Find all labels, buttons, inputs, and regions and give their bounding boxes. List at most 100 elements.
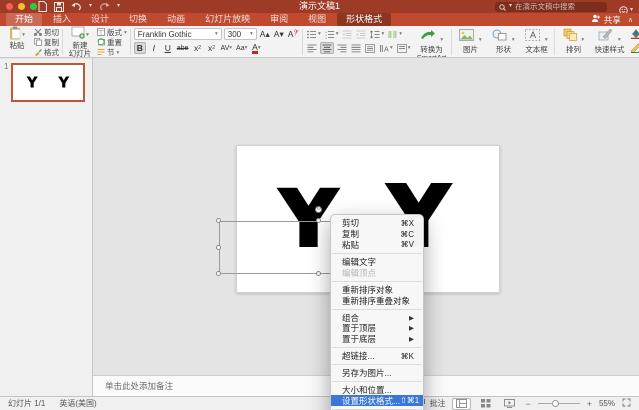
align-right-button[interactable]: [336, 42, 348, 54]
menu-item-shortcut: ⌘V: [400, 240, 414, 250]
textbox-button[interactable]: A ▾ 文本框: [521, 28, 551, 54]
tab-shape-format[interactable]: 形状格式: [337, 13, 392, 26]
shape-fill-button[interactable]: 形状填充▾: [630, 28, 639, 41]
slide-sorter-view-button[interactable]: [478, 398, 494, 410]
section-button[interactable]: 节 ▾: [97, 48, 127, 57]
fit-slide-button[interactable]: [622, 398, 631, 409]
tab-design[interactable]: 设计: [82, 13, 118, 26]
convert-to-smartart-button[interactable]: ▾ 转换为 SmartArt: [414, 28, 448, 57]
font-size-select[interactable]: 300 ▾: [223, 28, 257, 40]
align-center-button[interactable]: [319, 42, 334, 54]
tab-slideshow[interactable]: 幻灯片放映: [196, 13, 259, 26]
tab-home[interactable]: 开始: [6, 13, 43, 26]
shapes-button[interactable]: ▾ 形状: [488, 28, 518, 54]
decrease-indent-button[interactable]: [341, 28, 353, 40]
menu-separator: [332, 252, 422, 254]
subscript-button[interactable]: x2: [205, 42, 217, 54]
context-menu: 剪切 ⌘X 复制 ⌘C 粘贴 ⌘V 编辑文字 编辑顶点重新排序对象 重新排序重叠对象组合 ▶ 置于顶…: [330, 214, 424, 410]
menu-item-edit-text[interactable]: 编辑文字: [331, 257, 423, 268]
paste-button[interactable]: ▾ 粘贴: [3, 26, 31, 50]
quick-styles-button[interactable]: ▾ 快速样式: [591, 28, 627, 54]
normal-view-button[interactable]: [452, 397, 472, 410]
search-field[interactable]: ▾ 在演示文稿中搜索: [495, 1, 607, 12]
share-button[interactable]: 共享 ∧: [591, 13, 633, 26]
align-text-button[interactable]: ▾: [396, 42, 412, 54]
search-scope-caret[interactable]: ▾: [509, 1, 512, 12]
columns-button[interactable]: ▾: [387, 28, 403, 40]
layout-button[interactable]: 版式 ▾: [97, 27, 127, 38]
character-spacing-button[interactable]: AV ▾: [219, 42, 233, 54]
strikethrough-button[interactable]: abe: [176, 42, 190, 54]
italic-button[interactable]: I: [148, 42, 160, 54]
text-direction-button[interactable]: A ▾: [378, 42, 394, 54]
clear-formatting-button[interactable]: A 𝄢̸: [287, 28, 299, 40]
menu-item-reorder-overlapping[interactable]: 重新排序重叠对象: [331, 295, 423, 306]
collapse-ribbon-icon[interactable]: ∧: [628, 16, 633, 24]
language-indicator[interactable]: 英语(美国): [59, 398, 96, 409]
slide-thumbnail[interactable]: Y Y: [11, 63, 85, 102]
tab-insert[interactable]: 插入: [44, 13, 80, 26]
textbox-icon: A: [525, 28, 541, 45]
tab-animations[interactable]: 动画: [158, 13, 194, 26]
font-name-select[interactable]: Franklin Gothic ▾: [133, 28, 222, 40]
main-area: 1 Y Y Y Y 单击此处添加备注: [0, 59, 639, 396]
bold-button[interactable]: B: [133, 42, 146, 54]
tab-review[interactable]: 审阅: [261, 13, 297, 26]
new-slide-button[interactable]: ▾ 新建 幻灯片: [66, 26, 94, 57]
zoom-slider[interactable]: [537, 399, 580, 407]
selection-handle-top-left[interactable]: [216, 218, 221, 223]
menu-item-hyperlink[interactable]: 超链接... ⌘K: [331, 351, 423, 362]
menu-item-paste[interactable]: 粘贴 ⌘V: [331, 240, 423, 251]
menu-item-group[interactable]: 组合 ▶: [331, 312, 423, 323]
numbering-button[interactable]: ▾: [324, 28, 340, 40]
justify-button[interactable]: [350, 42, 362, 54]
menu-item-label: 重新排序重叠对象: [342, 295, 411, 306]
menu-separator: [332, 347, 422, 349]
bullets-button[interactable]: ▾: [306, 28, 322, 40]
search-placeholder: 在演示文稿中搜索: [515, 2, 576, 11]
align-left-button[interactable]: [306, 42, 318, 54]
arrange-button[interactable]: ▾ 排列: [558, 28, 588, 54]
selection-handle-bottom-left[interactable]: [216, 271, 221, 276]
underline-button[interactable]: U: [162, 42, 174, 54]
selection-handle-top-center[interactable]: [316, 218, 321, 223]
tab-transitions[interactable]: 切换: [120, 13, 156, 26]
format-painter-button[interactable]: 格式: [34, 48, 59, 57]
copy-button[interactable]: 复制: [34, 37, 59, 47]
shrink-font-button[interactable]: A▾: [273, 28, 285, 40]
change-case-button[interactable]: Aa ▾: [235, 42, 248, 54]
font-color-button[interactable]: A ▾: [250, 42, 262, 54]
menu-item-copy[interactable]: 复制 ⌘C: [331, 229, 423, 240]
zoom-out-button[interactable]: −: [525, 399, 530, 409]
menu-item-reorder-objects[interactable]: 重新排序对象: [331, 284, 423, 295]
slideshow-view-button[interactable]: [501, 398, 518, 410]
menu-item-size-and-position[interactable]: 大小和位置...: [331, 385, 423, 396]
increase-indent-button[interactable]: [355, 28, 367, 40]
layout-icon: [97, 27, 105, 38]
textbox-caret: ▾: [544, 37, 548, 43]
menu-item-send-to-back[interactable]: 置于底层 ▶: [331, 334, 423, 345]
shape-outline-button[interactable]: 形状轮廓▾: [630, 42, 639, 55]
menu-item-cut[interactable]: 剪切 ⌘X: [331, 218, 423, 229]
tab-view[interactable]: 视图: [299, 13, 335, 26]
menu-item-label: 编辑顶点: [342, 267, 377, 278]
superscript-button[interactable]: x2: [191, 42, 203, 54]
line-spacing-button[interactable]: ▾: [369, 28, 385, 40]
reset-button[interactable]: 重置: [97, 37, 127, 47]
zoom-in-button[interactable]: +: [587, 399, 592, 409]
rotation-handle[interactable]: [315, 205, 322, 213]
selection-handle-bottom-center[interactable]: [316, 271, 321, 276]
selection-handle-mid-left[interactable]: [216, 245, 221, 250]
menu-item-bring-to-front[interactable]: 置于顶层 ▶: [331, 323, 423, 334]
menu-separator: [332, 364, 422, 366]
titlebar: ▾ ▾ 演示文稿1 ▾ 在演示文稿中搜索 ▾: [0, 0, 639, 15]
menu-item-format-shape[interactable]: 设置形状格式... ⇧⌘1: [331, 395, 423, 407]
cut-button[interactable]: 剪切: [33, 28, 59, 37]
zoom-level[interactable]: 55%: [599, 399, 615, 408]
zoom-slider-knob[interactable]: [551, 399, 559, 407]
menu-item-label: 置于底层: [342, 334, 377, 345]
picture-button[interactable]: ▾ 图片: [455, 28, 485, 54]
menu-item-save-as-picture[interactable]: 另存为图片...: [331, 368, 423, 379]
grow-font-button[interactable]: A▴: [259, 28, 271, 40]
distribute-button[interactable]: [364, 42, 376, 54]
